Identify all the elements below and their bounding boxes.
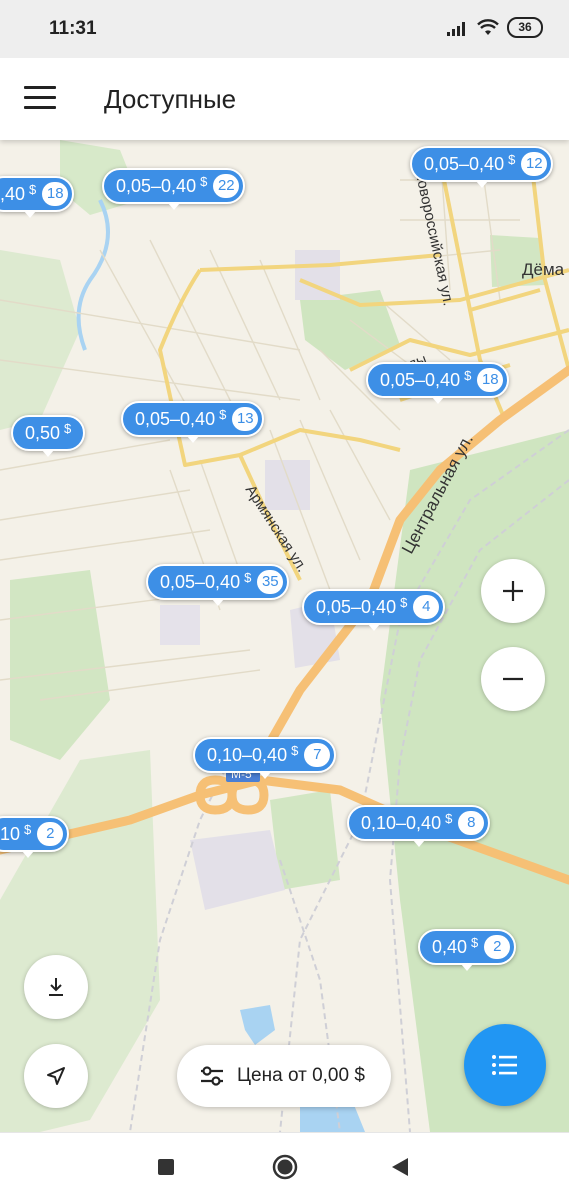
pin-price: 0,50 <box>25 422 61 443</box>
pin-count: 18 <box>42 182 69 206</box>
signal-icon <box>447 21 465 36</box>
download-button[interactable] <box>24 955 88 1019</box>
price-pin[interactable]: 0,40 $ 2 <box>418 929 517 971</box>
price-pin[interactable]: 0,05–0,40 $ 13 <box>121 401 265 443</box>
price-pin[interactable]: 0,05–0,40 $ 12 <box>410 146 554 188</box>
price-pin[interactable]: 0,10–0,40 $ 7 <box>193 737 337 779</box>
price-pin[interactable]: 0,05–0,40 $ 18 <box>366 362 510 404</box>
pin-count: 2 <box>37 822 64 846</box>
pin-price: 0,05–0,40 <box>160 571 241 592</box>
zoom-in-button[interactable] <box>481 559 545 623</box>
pin-count: 4 <box>413 595 440 619</box>
status-icons: 36 <box>447 17 543 38</box>
list-view-button[interactable] <box>464 1024 546 1106</box>
back-triangle-icon <box>392 1158 408 1176</box>
zoom-out-button[interactable] <box>481 647 545 711</box>
app-bar: Доступные <box>0 58 569 140</box>
pin-price: 0,10–0,40 <box>361 812 442 833</box>
pin-price: 0,05–0,40 <box>316 596 397 617</box>
navigation-arrow-icon <box>47 1067 65 1085</box>
system-navigation-bar <box>0 1132 569 1201</box>
my-location-button[interactable] <box>24 1044 88 1108</box>
pin-currency: $ <box>200 173 208 189</box>
pin-count: 7 <box>304 743 331 767</box>
download-icon <box>49 978 63 996</box>
pin-price: ,40 <box>0 183 26 204</box>
plus-icon <box>503 581 523 601</box>
pin-currency: $ <box>24 821 32 837</box>
price-pin[interactable]: ,40 $ 18 <box>0 176 75 218</box>
pin-currency: $ <box>464 367 472 383</box>
page-title: Доступные <box>104 84 237 114</box>
pin-currency: $ <box>29 181 37 197</box>
battery-icon: 36 <box>507 17 543 38</box>
back-button[interactable] <box>390 1156 410 1183</box>
pin-count: 2 <box>484 935 511 959</box>
price-filter-label: Цена от 0,00 $ <box>237 1065 365 1086</box>
price-pin[interactable]: 0,05–0,40 $ 35 <box>146 564 290 606</box>
recents-button[interactable] <box>157 1158 175 1181</box>
price-pin[interactable]: 10 $ 2 <box>0 816 70 858</box>
price-pin[interactable]: 0,50 $ <box>11 415 86 457</box>
list-icon <box>492 1055 517 1075</box>
pin-price: 0,05–0,40 <box>116 175 197 196</box>
pin-currency: $ <box>244 569 252 585</box>
place-label-dema: Дёма <box>522 260 565 279</box>
pin-currency: $ <box>400 594 408 610</box>
sliders-icon <box>201 1066 223 1086</box>
pin-count: 22 <box>213 174 240 198</box>
pin-count: 35 <box>257 570 284 594</box>
pin-count: 18 <box>477 368 504 392</box>
pin-currency: $ <box>471 934 479 950</box>
price-pin[interactable]: 0,10–0,40 $ 8 <box>347 805 491 847</box>
pin-currency: $ <box>508 151 516 167</box>
pin-price: 0,05–0,40 <box>380 369 461 390</box>
status-bar: 11:31 36 <box>0 0 569 58</box>
price-pin[interactable]: 0,05–0,40 $ 22 <box>102 168 246 210</box>
wifi-icon <box>477 18 499 35</box>
pin-price: 0,40 <box>432 936 468 957</box>
pin-count: 13 <box>232 407 259 431</box>
status-time: 11:31 <box>49 18 97 39</box>
pin-price: 10 <box>0 823 21 844</box>
price-filter-button[interactable]: Цена от 0,00 $ <box>177 1045 391 1107</box>
pin-price: 0,05–0,40 <box>135 408 216 429</box>
square-icon <box>158 1159 174 1175</box>
pin-currency: $ <box>219 406 227 422</box>
pin-price: 0,10–0,40 <box>207 744 288 765</box>
pin-currency: $ <box>445 810 453 826</box>
minus-icon <box>503 677 523 681</box>
home-circle-icon <box>272 1154 298 1180</box>
pin-price: 0,05–0,40 <box>424 153 505 174</box>
home-button[interactable] <box>271 1153 299 1186</box>
pin-currency: $ <box>64 420 72 436</box>
pin-count: 8 <box>458 811 485 835</box>
pin-currency: $ <box>291 742 299 758</box>
menu-icon[interactable] <box>24 86 56 110</box>
pin-count: 12 <box>521 152 548 176</box>
price-pin[interactable]: 0,05–0,40 $ 4 <box>302 589 446 631</box>
